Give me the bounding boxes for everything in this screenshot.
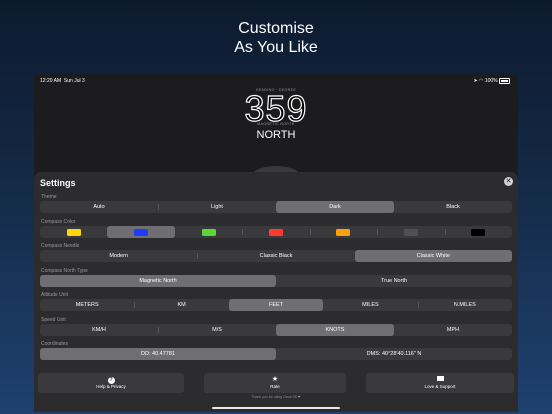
compass-needle-selector: Modern Classic Black Classic White bbox=[40, 250, 512, 262]
close-icon[interactable]: ✕ bbox=[504, 177, 513, 186]
compass-color-selector bbox=[40, 226, 512, 238]
settings-sheet: Settings ✕ Theme Auto Light Dark Black Comp… bbox=[34, 172, 518, 412]
settings-title: Settings bbox=[40, 178, 76, 188]
battery-percent: 100% bbox=[484, 78, 498, 84]
altitude-unit-option[interactable]: N.MILES bbox=[417, 299, 512, 311]
direction-label: NORTH bbox=[256, 129, 296, 141]
color-swatch-option[interactable] bbox=[242, 226, 309, 238]
headline-line-1: Customise bbox=[238, 20, 314, 37]
theme-label: Theme bbox=[41, 194, 57, 200]
coordinates-selector: DD: 40.47781 DMS: 40°28'40.116" N bbox=[40, 348, 512, 360]
north-type-option[interactable]: True North bbox=[276, 275, 512, 287]
location-icon: ➤ bbox=[473, 78, 478, 84]
theme-option[interactable]: Dark bbox=[276, 201, 394, 213]
theme-option[interactable]: Black bbox=[394, 201, 512, 213]
rate-label: Rate bbox=[270, 384, 280, 389]
star-icon: ★ bbox=[271, 376, 279, 383]
heading-value: 359 bbox=[244, 88, 308, 129]
speed-unit-option[interactable]: KM/H bbox=[40, 324, 158, 336]
theme-option[interactable]: Light bbox=[158, 201, 276, 213]
color-swatch-option[interactable] bbox=[309, 226, 377, 238]
speed-unit-option[interactable]: MPH bbox=[394, 324, 512, 336]
coordinates-option[interactable]: DMS: 40°28'40.116" N bbox=[276, 348, 512, 360]
color-swatch-option[interactable] bbox=[175, 226, 242, 238]
color-swatch bbox=[66, 228, 81, 236]
action-buttons: ? Help & Privacy ★ Rate Love & Support bbox=[38, 373, 514, 393]
color-swatch bbox=[336, 228, 351, 236]
color-swatch-option[interactable] bbox=[377, 226, 444, 238]
status-time: 12:20 AM bbox=[40, 78, 62, 84]
compass-needle-label: Compass Needle bbox=[41, 243, 80, 249]
altitude-unit-option[interactable]: METERS bbox=[40, 299, 134, 311]
help-privacy-button[interactable]: ? Help & Privacy bbox=[38, 373, 184, 393]
color-swatch bbox=[134, 228, 149, 236]
color-swatch-option[interactable] bbox=[107, 226, 175, 238]
device-screen: 12:20 AM Sun Jul 3 ➤ ◠ 100% HEADING · DE… bbox=[34, 74, 518, 412]
reference-label: MAGNETIC NORTH bbox=[257, 122, 295, 126]
color-swatch bbox=[403, 228, 418, 236]
love-support-label: Love & Support bbox=[424, 384, 456, 389]
battery-icon bbox=[499, 77, 510, 84]
rate-button[interactable]: ★ Rate bbox=[204, 373, 346, 393]
status-bar: 12:20 AM Sun Jul 3 ➤ ◠ 100% bbox=[40, 77, 510, 85]
compass-needle-option[interactable]: Classic White bbox=[354, 250, 512, 262]
home-indicator[interactable] bbox=[212, 407, 340, 409]
altitude-unit-label: Altitude Unit bbox=[41, 292, 68, 298]
compass-readout: HEADING · DEGREE 359 MAGNETIC NORTH NORT… bbox=[34, 88, 518, 141]
headline-line-2: As You Like bbox=[234, 39, 318, 56]
compass-needle-option[interactable]: Classic Black bbox=[197, 250, 354, 262]
speed-unit-label: Speed Unit bbox=[41, 317, 66, 323]
mail-icon bbox=[436, 376, 444, 381]
color-swatch-option[interactable] bbox=[444, 226, 512, 238]
coordinates-label: Coordinates bbox=[41, 341, 68, 347]
wifi-icon: ◠ bbox=[479, 78, 484, 84]
love-support-button[interactable]: Love & Support bbox=[366, 373, 514, 393]
color-swatch-option[interactable] bbox=[40, 226, 107, 238]
compass-needle-option[interactable]: Modern bbox=[40, 250, 197, 262]
north-type-label: Compass North Type bbox=[41, 268, 88, 274]
help-icon: ? bbox=[107, 377, 115, 384]
speed-unit-selector: KM/H M/S KNOTS MPH bbox=[40, 324, 512, 336]
theme-option[interactable]: Auto bbox=[40, 201, 158, 213]
speed-unit-option[interactable]: KNOTS bbox=[276, 324, 394, 336]
footer-note: Thank you for using Clock 45 ❤ bbox=[251, 395, 301, 399]
color-swatch bbox=[268, 228, 283, 236]
color-swatch bbox=[471, 228, 486, 236]
altitude-unit-selector: METERS KM FEET MILES N.MILES bbox=[40, 299, 512, 311]
altitude-unit-option[interactable]: FEET bbox=[228, 299, 324, 311]
help-privacy-label: Help & Privacy bbox=[96, 384, 126, 389]
status-date: Sun Jul 3 bbox=[63, 78, 85, 84]
altitude-unit-option[interactable]: MILES bbox=[323, 299, 417, 311]
color-swatch bbox=[201, 228, 216, 236]
north-type-selector: Magnetic North True North bbox=[40, 275, 512, 287]
headline: Customise As You Like bbox=[0, 19, 552, 57]
speed-unit-option[interactable]: M/S bbox=[158, 324, 276, 336]
compass-color-label: Compass Color bbox=[41, 219, 76, 225]
altitude-unit-option[interactable]: KM bbox=[134, 299, 228, 311]
north-type-option[interactable]: Magnetic North bbox=[40, 275, 276, 287]
coordinates-option[interactable]: DD: 40.47781 bbox=[40, 348, 276, 360]
theme-selector: Auto Light Dark Black bbox=[40, 201, 512, 213]
